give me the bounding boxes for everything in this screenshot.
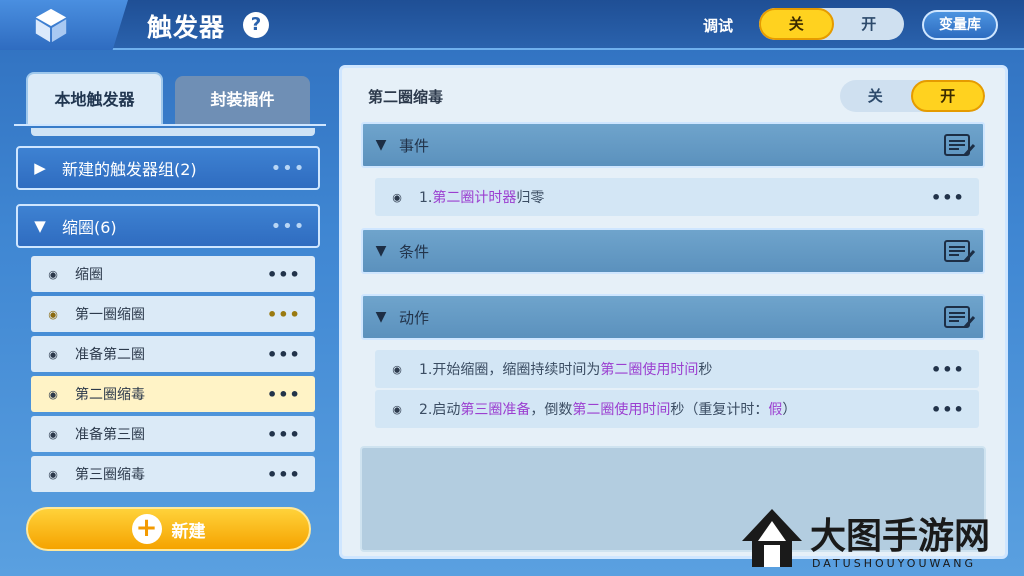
- trigger-name: 第二圈缩毒: [368, 88, 444, 106]
- watermark-en: DATUSHOUYOUWANG: [812, 557, 977, 570]
- action-entry-text: 2.启动第三圈准备，倒数第二圈使用时间秒（重复计时：假）: [419, 402, 797, 418]
- section-event[interactable]: ▼ 事件: [361, 122, 985, 168]
- more-icon[interactable]: •••: [258, 158, 318, 179]
- action-entry-text: 1.开始缩圈，缩圈持续时间为第二圈使用时间秒: [419, 362, 713, 378]
- new-trigger-button[interactable]: + 新建: [26, 507, 311, 551]
- logo-box: [0, 0, 128, 50]
- radio-dot-icon: ◉: [392, 362, 402, 376]
- caret-down-icon[interactable]: ▼: [18, 217, 62, 235]
- radio-dot-icon: ◉: [48, 467, 58, 481]
- group-label: 缩圈(6): [62, 218, 117, 237]
- enable-on-option[interactable]: 开: [910, 80, 985, 112]
- trigger-item[interactable]: ◉ 第三圈缩毒 •••: [31, 456, 315, 492]
- list-scroll-edge: [31, 128, 315, 136]
- radio-dot-icon: ◉: [48, 427, 58, 441]
- trigger-item-label: 缩圈: [75, 267, 103, 283]
- top-bar: 触发器 ? 调试 关 开 变量库: [0, 0, 1024, 50]
- more-icon[interactable]: •••: [931, 360, 979, 379]
- debug-label: 调试: [703, 17, 734, 35]
- trigger-item-selected[interactable]: ◉ 第二圈缩毒 •••: [31, 376, 315, 412]
- caret-right-icon[interactable]: ▶: [18, 159, 62, 177]
- more-icon[interactable]: •••: [931, 188, 979, 207]
- debug-toggle[interactable]: 关 开: [759, 8, 904, 40]
- event-entry[interactable]: ◉ 1.第二圈计时器归零 •••: [375, 178, 979, 216]
- cube-logo-icon: [35, 8, 67, 43]
- more-icon[interactable]: •••: [267, 385, 315, 404]
- enable-off-option[interactable]: 关: [840, 80, 911, 112]
- tab-packaged-plugins[interactable]: 封装插件: [175, 76, 310, 124]
- trigger-group-new[interactable]: ▶ 新建的触发器组(2) •••: [16, 146, 320, 190]
- section-label: 条件: [399, 242, 430, 261]
- trigger-group-shrink[interactable]: ▼ 缩圈(6) •••: [16, 204, 320, 248]
- page-title: 触发器: [147, 13, 226, 42]
- radio-dot-icon: ◉: [48, 347, 58, 361]
- trigger-item[interactable]: ◉ 第一圈缩圈 •••: [31, 296, 315, 332]
- trigger-item[interactable]: ◉ 缩圈 •••: [31, 256, 315, 292]
- debug-off-option[interactable]: 关: [759, 8, 834, 40]
- trigger-item[interactable]: ◉ 准备第二圈 •••: [31, 336, 315, 372]
- trigger-item-label: 第一圈缩圈: [75, 307, 145, 323]
- debug-on-option[interactable]: 开: [834, 8, 905, 40]
- trigger-item-label: 第三圈缩毒: [75, 467, 145, 483]
- more-icon[interactable]: •••: [258, 216, 318, 237]
- group-label: 新建的触发器组(2): [62, 160, 197, 179]
- edit-list-icon[interactable]: [943, 133, 977, 157]
- watermark: 大图手游网 DATUSHOUYOUWANG: [740, 505, 1020, 575]
- action-entry[interactable]: ◉ 2.启动第三圈准备，倒数第二圈使用时间秒（重复计时：假） •••: [375, 390, 979, 428]
- trigger-item-label: 准备第三圈: [75, 427, 145, 443]
- tab-local-triggers[interactable]: 本地触发器: [26, 72, 163, 124]
- new-button-label: 新建: [171, 521, 206, 542]
- more-icon[interactable]: •••: [267, 345, 315, 364]
- section-action[interactable]: ▼ 动作: [361, 294, 985, 340]
- caret-down-icon[interactable]: ▼: [363, 137, 399, 153]
- trigger-item-label: 准备第二圈: [75, 347, 145, 363]
- help-icon[interactable]: ?: [243, 12, 269, 38]
- radio-dot-icon: ◉: [48, 307, 58, 321]
- more-icon[interactable]: •••: [267, 305, 315, 324]
- section-condition[interactable]: ▼ 条件: [361, 228, 985, 274]
- plus-icon: +: [131, 514, 162, 544]
- caret-down-icon[interactable]: ▼: [363, 243, 399, 259]
- section-label: 动作: [399, 308, 430, 327]
- radio-dot-icon: ◉: [48, 387, 58, 401]
- trigger-enable-toggle[interactable]: 关 开: [840, 80, 985, 112]
- trigger-item-label: 第二圈缩毒: [75, 387, 145, 403]
- caret-down-icon[interactable]: ▼: [363, 309, 399, 325]
- event-entry-text: 1.第二圈计时器归零: [419, 190, 545, 206]
- radio-dot-icon: ◉: [392, 402, 402, 416]
- more-icon[interactable]: •••: [931, 400, 979, 419]
- edit-list-icon[interactable]: [943, 305, 977, 329]
- trigger-item[interactable]: ◉ 准备第三圈 •••: [31, 416, 315, 452]
- section-label: 事件: [399, 136, 430, 155]
- radio-dot-icon: ◉: [48, 267, 58, 281]
- more-icon[interactable]: •••: [267, 425, 315, 444]
- more-icon[interactable]: •••: [267, 265, 315, 284]
- radio-dot-icon: ◉: [392, 190, 402, 204]
- tab-divider: [14, 124, 326, 126]
- variable-library-button[interactable]: 变量库: [922, 10, 998, 40]
- edit-list-icon[interactable]: [943, 239, 977, 263]
- action-entry[interactable]: ◉ 1.开始缩圈，缩圈持续时间为第二圈使用时间秒 •••: [375, 350, 979, 388]
- watermark-cn: 大图手游网: [810, 515, 991, 557]
- more-icon[interactable]: •••: [267, 465, 315, 484]
- house-logo-icon: [742, 509, 802, 567]
